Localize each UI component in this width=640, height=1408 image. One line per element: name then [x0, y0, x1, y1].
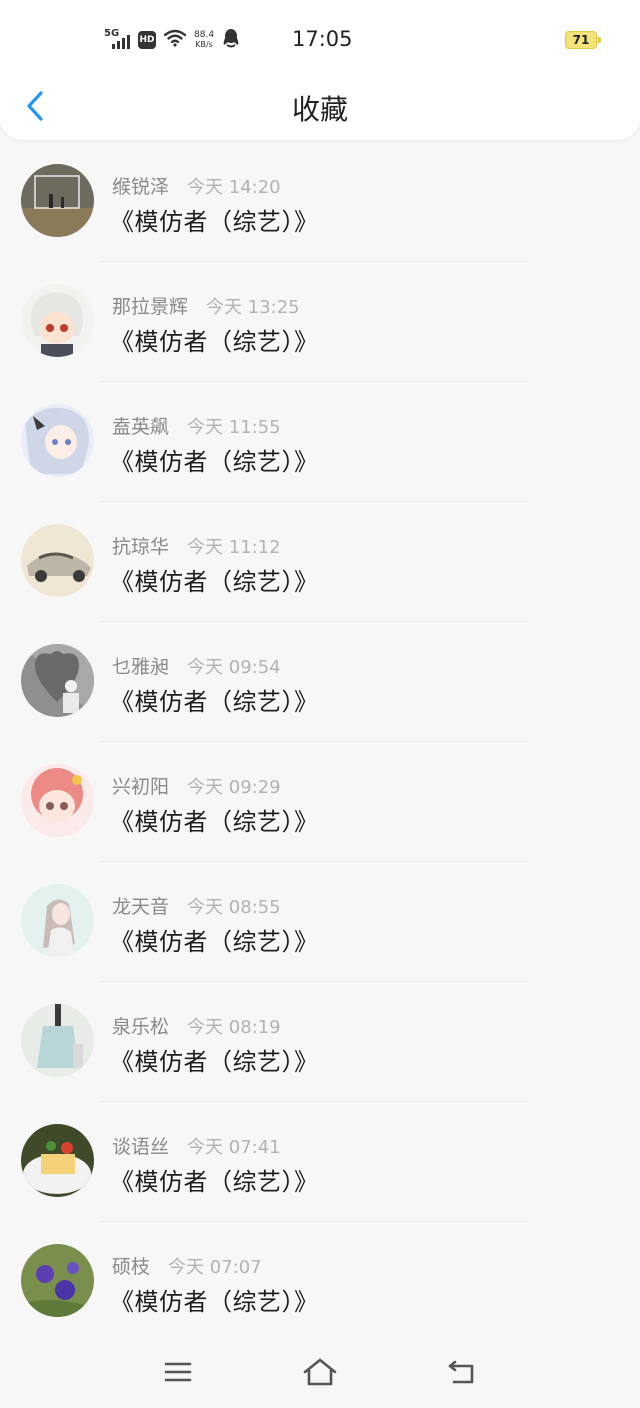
timestamp: 今天 11:55 — [187, 417, 281, 438]
header: 5G HD 88.4 KB/s 17:05 71 收藏 — [0, 0, 640, 140]
back-icon — [448, 1360, 474, 1384]
item-meta: 乜雅昶 今天 09:54 — [112, 652, 281, 679]
avatar[interactable] — [21, 284, 94, 357]
network-speed: 88.4 KB/s — [194, 30, 215, 50]
item-meta: 谈语丝 今天 07:41 — [112, 1132, 281, 1159]
item-title: 《模仿者（综艺）》 — [110, 208, 319, 236]
user-name: 乜雅昶 — [112, 656, 170, 678]
list-item[interactable]: 谈语丝 今天 07:41 《模仿者（综艺）》 — [0, 1102, 640, 1222]
item-meta: 那拉景辉 今天 13:25 — [112, 292, 300, 319]
list-item[interactable]: 泉乐松 今天 08:19 《模仿者（综艺）》 — [0, 982, 640, 1102]
qq-icon — [222, 28, 240, 52]
avatar[interactable] — [21, 404, 94, 477]
system-back-button[interactable] — [438, 1348, 486, 1396]
item-title: 《模仿者（综艺）》 — [110, 688, 319, 716]
speed-value: 88.4 — [194, 30, 215, 40]
menu-icon — [164, 1362, 192, 1382]
avatar[interactable] — [21, 1004, 94, 1077]
list-item[interactable]: 抗琼华 今天 11:12 《模仿者（综艺）》 — [0, 502, 640, 622]
user-name: 泉乐松 — [112, 1016, 170, 1038]
user-name: 盍英飙 — [112, 416, 170, 438]
user-name: 兴初阳 — [112, 776, 170, 798]
item-title: 《模仿者（综艺）》 — [110, 328, 319, 356]
battery-icon: 71 — [565, 31, 601, 49]
timestamp: 今天 13:25 — [206, 297, 300, 318]
item-meta: 抗琼华 今天 11:12 — [112, 532, 281, 559]
item-meta: 龙天音 今天 08:55 — [112, 892, 281, 919]
menu-button[interactable] — [154, 1348, 202, 1396]
hd-badge: HD — [138, 31, 156, 49]
item-title: 《模仿者（综艺）》 — [110, 448, 319, 476]
user-name: 那拉景辉 — [112, 296, 189, 318]
list-item[interactable]: 龙天音 今天 08:55 《模仿者（综艺）》 — [0, 862, 640, 982]
list-item[interactable]: 乜雅昶 今天 09:54 《模仿者（综艺）》 — [0, 622, 640, 742]
list-item[interactable]: 那拉景辉 今天 13:25 《模仿者（综艺）》 — [0, 262, 640, 382]
item-title: 《模仿者（综艺）》 — [110, 928, 319, 956]
item-meta: 兴初阳 今天 09:29 — [112, 772, 281, 799]
home-button[interactable] — [296, 1348, 344, 1396]
item-title: 《模仿者（综艺）》 — [110, 1048, 319, 1076]
item-title: 《模仿者（综艺）》 — [110, 1168, 319, 1196]
avatar[interactable] — [21, 164, 94, 237]
user-name: 缑锐泽 — [112, 176, 170, 198]
item-meta: 盍英飙 今天 11:55 — [112, 412, 281, 439]
page-title: 收藏 — [291, 93, 348, 126]
user-name: 谈语丝 — [112, 1136, 170, 1158]
avatar[interactable] — [21, 1244, 94, 1317]
avatar[interactable] — [21, 884, 94, 957]
item-meta: 缑锐泽 今天 14:20 — [112, 172, 281, 199]
timestamp: 今天 08:19 — [187, 1017, 281, 1038]
avatar[interactable] — [21, 644, 94, 717]
home-icon — [303, 1358, 337, 1386]
clock: 17:05 — [292, 27, 353, 51]
signal-icon: 5G — [104, 28, 130, 51]
avatar[interactable] — [21, 764, 94, 837]
list-item[interactable]: 盍英飙 今天 11:55 《模仿者（综艺）》 — [0, 382, 640, 502]
item-meta: 硕枝 今天 07:07 — [112, 1252, 262, 1279]
timestamp: 今天 07:41 — [187, 1137, 281, 1158]
avatar[interactable] — [21, 524, 94, 597]
status-bar: 5G HD 88.4 KB/s 17:05 71 — [0, 0, 640, 80]
timestamp: 今天 11:12 — [187, 537, 281, 558]
timestamp: 今天 07:07 — [168, 1257, 262, 1278]
user-name: 硕枝 — [112, 1256, 151, 1278]
avatar[interactable] — [21, 1124, 94, 1197]
item-title: 《模仿者（综艺）》 — [110, 1288, 319, 1316]
timestamp: 今天 09:29 — [187, 777, 281, 798]
battery-level: 71 — [565, 31, 597, 49]
speed-unit: KB/s — [195, 40, 213, 49]
status-icons: 5G HD 88.4 KB/s — [104, 28, 240, 52]
item-meta: 泉乐松 今天 08:19 — [112, 1012, 281, 1039]
list-item[interactable]: 硕枝 今天 07:07 《模仿者（综艺）》 — [0, 1222, 640, 1342]
timestamp: 今天 14:20 — [187, 177, 281, 198]
item-title: 《模仿者（综艺）》 — [110, 568, 319, 596]
user-name: 抗琼华 — [112, 536, 170, 558]
list-item[interactable]: 缑锐泽 今天 14:20 《模仿者（综艺）》 — [0, 142, 640, 262]
timestamp: 今天 09:54 — [187, 657, 281, 678]
timestamp: 今天 08:55 — [187, 897, 281, 918]
wifi-icon — [163, 29, 187, 51]
user-name: 龙天音 — [112, 896, 170, 918]
list-item[interactable]: 兴初阳 今天 09:29 《模仿者（综艺）》 — [0, 742, 640, 862]
item-title: 《模仿者（综艺）》 — [110, 808, 319, 836]
navigation-bar — [0, 1338, 640, 1408]
